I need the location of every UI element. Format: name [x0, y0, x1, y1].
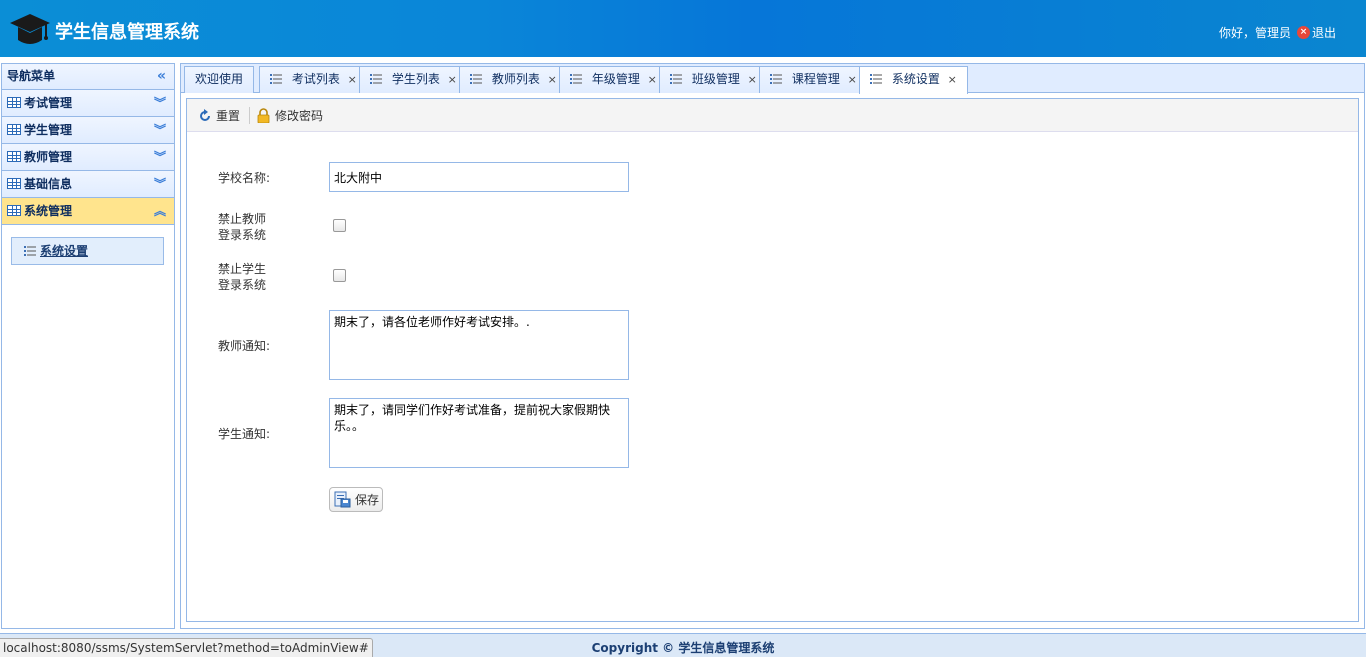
grid-icon	[7, 178, 21, 189]
grid-icon	[7, 205, 21, 216]
tab-label: 学生列表	[391, 72, 440, 86]
tab-label: 欢迎使用	[195, 72, 244, 86]
logout-link[interactable]: × 退出	[1296, 24, 1336, 41]
logout-icon: ×	[1296, 26, 1310, 39]
tab-label: 年级管理	[591, 72, 640, 86]
chevron-down-icon: ︾	[153, 123, 166, 137]
reset-label: 重置	[216, 109, 241, 123]
close-icon[interactable]: ×	[948, 73, 957, 86]
nav-group-basic[interactable]: 基础信息 ︾	[2, 171, 174, 198]
student-notice-textarea[interactable]: 期末了，请同学们作好考试准备，提前祝大家假期快乐。。	[329, 398, 629, 468]
nav-group-exam[interactable]: 考试管理 ︾	[2, 90, 174, 117]
tab-teacher-list[interactable]: 教师列表 ×	[459, 66, 568, 93]
tab-label: 系统设置	[891, 72, 940, 86]
school-name-label: 学校名称:	[218, 171, 271, 185]
tab-system-settings[interactable]: 系统设置 ×	[859, 66, 968, 94]
teacher-notice-label: 教师通知:	[218, 339, 271, 353]
app-title: 学生信息管理系统	[55, 22, 199, 43]
chevron-down-icon: ︾	[153, 96, 166, 110]
list-icon	[770, 74, 782, 84]
tab-exam-list[interactable]: 考试列表 ×	[259, 66, 368, 93]
close-icon[interactable]: ×	[548, 73, 557, 86]
list-icon	[870, 74, 882, 84]
chevron-down-icon: ︾	[153, 150, 166, 164]
forbid-teacher-label-line1: 禁止教师	[218, 212, 267, 226]
student-notice-label: 学生通知:	[218, 427, 271, 441]
tab-course-manage[interactable]: 课程管理 ×	[759, 66, 868, 93]
tab-welcome[interactable]: 欢迎使用	[184, 66, 255, 93]
graduation-cap-icon	[10, 14, 50, 44]
nav-group-label: 考试管理	[24, 96, 73, 110]
list-icon	[470, 74, 482, 84]
nav-item-system-settings[interactable]: 系统设置	[11, 237, 164, 265]
logout-label: 退出	[1311, 26, 1336, 40]
nav-header: 导航菜单 «	[2, 64, 174, 90]
greeting-text: 你好，管理员	[1218, 26, 1291, 40]
nav-title: 导航菜单	[7, 69, 56, 83]
forbid-teacher-label: 禁止教师 登录系统	[218, 211, 266, 243]
grid-icon	[7, 124, 21, 135]
main-area: 欢迎使用 考试列表 × 学生列表 × 教师列表 × 年级管理 × 班级管理 ×	[180, 63, 1365, 629]
lock-icon	[257, 108, 270, 123]
tab-class-manage[interactable]: 班级管理 ×	[659, 66, 768, 93]
tab-label: 考试列表	[291, 72, 340, 86]
save-button[interactable]: 保存	[329, 487, 383, 512]
close-icon[interactable]: ×	[648, 73, 657, 86]
list-icon	[270, 74, 282, 84]
forbid-teacher-checkbox[interactable]	[333, 219, 346, 232]
nav-group-student[interactable]: 学生管理 ︾	[2, 117, 174, 144]
nav-group-label: 教师管理	[24, 150, 73, 164]
forbid-student-checkbox[interactable]	[333, 269, 346, 282]
close-icon[interactable]: ×	[348, 73, 357, 86]
save-icon	[334, 491, 351, 508]
tab-label: 课程管理	[791, 72, 840, 86]
grid-icon	[7, 151, 21, 162]
toolbar: 重置 修改密码	[187, 99, 1358, 132]
browser-status-url: localhost:8080/ssms/SystemServlet?method…	[0, 638, 373, 657]
close-icon[interactable]: ×	[748, 73, 757, 86]
nav-sidebar: 导航菜单 « 考试管理 ︾ 学生管理 ︾ 教师管理 ︾ 基础信息 ︾ 系统管理 …	[1, 63, 175, 629]
nav-item-label: 系统设置	[40, 244, 89, 258]
nav-group-system[interactable]: 系统管理 ︽	[2, 198, 174, 225]
reload-icon	[200, 108, 210, 121]
app-header: 学生信息管理系统 你好，管理员 × 退出	[0, 0, 1366, 57]
toolbar-divider	[249, 107, 250, 124]
tab-label: 教师列表	[491, 72, 540, 86]
close-icon[interactable]: ×	[448, 73, 457, 86]
nav-group-teacher[interactable]: 教师管理 ︾	[2, 144, 174, 171]
forbid-student-label-line2: 登录系统	[218, 278, 267, 292]
forbid-student-label-line1: 禁止学生	[218, 262, 267, 276]
reset-button[interactable]: 重置	[198, 107, 240, 124]
user-area: 你好，管理员 × 退出	[1219, 24, 1336, 41]
tab-student-list[interactable]: 学生列表 ×	[359, 66, 468, 93]
forbid-student-label: 禁止学生 登录系统	[218, 261, 266, 293]
teacher-notice-textarea[interactable]: 期末了，请各位老师作好考试安排。.	[329, 310, 629, 380]
list-icon	[24, 246, 36, 256]
tab-label: 班级管理	[691, 72, 740, 86]
grid-icon	[7, 97, 21, 108]
list-icon	[370, 74, 382, 84]
tab-grade-manage[interactable]: 年级管理 ×	[559, 66, 668, 93]
chevron-up-icon: ︽	[153, 204, 166, 218]
change-password-button[interactable]: 修改密码	[256, 107, 323, 124]
list-icon	[670, 74, 682, 84]
settings-panel: 重置 修改密码 学校名称: 禁止教师 登录系统 禁止学生 登录系统 教师通知:	[186, 98, 1359, 622]
nav-group-label: 系统管理	[24, 204, 73, 218]
list-icon	[570, 74, 582, 84]
close-icon[interactable]: ×	[848, 73, 857, 86]
nav-group-label: 基础信息	[24, 177, 73, 191]
school-name-input[interactable]	[329, 162, 629, 192]
save-label: 保存	[355, 493, 380, 507]
chevron-down-icon: ︾	[153, 177, 166, 191]
collapse-sidebar-icon[interactable]: «	[157, 64, 166, 89]
forbid-teacher-label-line2: 登录系统	[218, 228, 267, 242]
tab-bar: 欢迎使用 考试列表 × 学生列表 × 教师列表 × 年级管理 × 班级管理 ×	[181, 64, 1364, 94]
nav-group-label: 学生管理	[24, 123, 73, 137]
password-label: 修改密码	[275, 109, 324, 123]
